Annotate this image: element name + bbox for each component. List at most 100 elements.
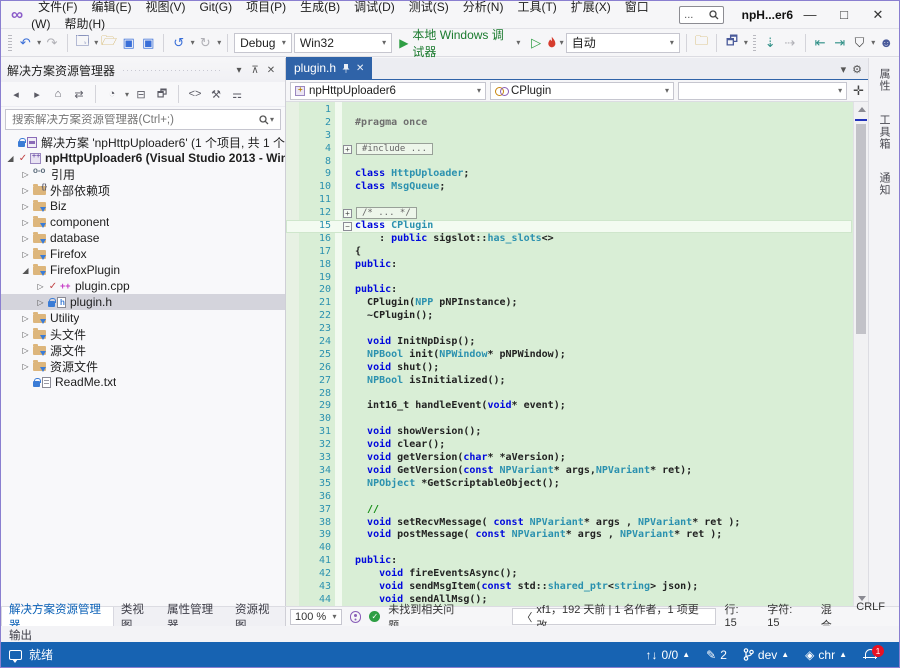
save-icon[interactable]: ▣ [120,33,138,53]
close-tab-icon[interactable]: ✕ [356,63,364,74]
expander-icon[interactable]: ▷ [20,202,31,211]
explorer-back-icon[interactable]: ◂ [7,85,25,103]
pending-changes-filter-icon[interactable]: ◔ [103,85,121,103]
pin-tab-icon[interactable] [342,64,350,73]
fold-toggle-icon[interactable]: + [343,209,352,218]
tab-list-caret-icon[interactable]: ▾ [841,63,847,76]
menu-item-5[interactable]: 项目(P) [239,0,293,17]
tab-plugin-h[interactable]: plugin.h ✕ [286,57,372,79]
switch-views-icon[interactable]: ⇄ [70,85,88,103]
feedback-icon[interactable]: ☻ [877,33,895,53]
type-dropdown[interactable]: CPlugin ▾ [490,82,674,100]
notifications-button[interactable]: 1 [863,648,877,662]
menu-item-10[interactable]: 工具(T) [510,0,563,17]
tree-item[interactable]: ◢✓npHttpUploader6 (Visual Studio 2013 - … [1,150,285,166]
search-options-caret-icon[interactable]: ▾ [270,115,274,124]
solution-search-input[interactable] [12,114,259,126]
toolbar-grip[interactable] [8,35,12,51]
tree-item[interactable]: ▷Firefox [1,246,285,262]
panel-tab[interactable]: 资源视图 [228,607,285,626]
home-icon[interactable]: ⌂ [49,85,67,103]
step-over-icon[interactable]: ⇢ [781,33,799,53]
open-file-icon[interactable]: 🗁 [100,33,118,53]
tree-item[interactable]: ▷外部依赖项 [1,182,285,198]
panel-tab[interactable]: 属性管理器 [160,607,228,626]
view-code-icon[interactable]: <> [186,85,204,103]
menu-item-11[interactable]: 扩展(X) [564,0,618,17]
tree-item[interactable]: ▷database [1,230,285,246]
expander-icon[interactable]: ◢ [5,154,16,163]
solution-search[interactable]: ▾ [5,109,281,130]
new-project-icon[interactable]: 🗔 [74,33,92,53]
panel-menu-icon[interactable]: ▾ [231,65,247,76]
pending-edits-button[interactable]: ✎ 2 [706,648,727,662]
redo-caret-icon[interactable]: ▾ [217,38,221,47]
explorer-forward-icon[interactable]: ▸ [28,85,46,103]
zoom-dropdown[interactable]: 100 %▾ [290,609,342,625]
pin-icon[interactable]: ⊼ [247,65,263,76]
properties-wrench-icon[interactable]: ⚒ [207,85,225,103]
expander-icon[interactable]: ▷ [20,170,31,179]
collapse-all-icon[interactable]: ⊟ [132,85,150,103]
redo-icon[interactable]: ↻ [197,33,215,53]
tree-item[interactable]: 解决方案 'npHttpUploader6' (1 个项目, 共 1 个) [1,134,285,150]
navigate-forward-icon[interactable]: ↷ [43,33,61,53]
find-in-files-icon[interactable]: 🗀 [693,33,711,53]
navigate-back-icon[interactable]: ↶ [17,33,35,53]
bookmark-icon[interactable]: ⛉ [851,33,869,53]
tree-item[interactable]: ▷component [1,214,285,230]
expander-icon[interactable]: ▷ [20,362,31,371]
split-window-icon[interactable]: ✛ [853,83,864,99]
tree-item[interactable]: ▷引用 [1,166,285,182]
code-editor[interactable]: 12#pragma once34+#include ...89class Htt… [286,102,868,606]
fold-toggle-icon[interactable]: + [343,145,352,154]
expander-icon[interactable]: ▷ [20,314,31,323]
configuration-dropdown[interactable]: Debug▾ [234,33,292,53]
tree-item[interactable]: ▷Biz [1,198,285,214]
close-button[interactable]: ✕ [861,2,895,28]
platform-dropdown[interactable]: Win32▾ [294,33,392,53]
new-caret-icon[interactable]: ▾ [94,38,98,47]
scroll-up-icon[interactable] [858,107,866,112]
expander-icon[interactable]: ▷ [20,218,31,227]
editor-vertical-scrollbar[interactable] [853,102,868,606]
hot-reload-icon[interactable] [547,36,557,49]
sync-commits-button[interactable]: ↑↓ 0/0 ▲ [646,648,691,662]
expander-icon[interactable]: ▷ [20,186,31,195]
start-without-debug-icon[interactable]: ▷ [527,33,545,53]
menu-item-7[interactable]: 调试(D) [347,0,402,17]
tree-item[interactable]: ▷✓++plugin.cpp [1,278,285,294]
branch-button[interactable]: dev ▲ [743,648,789,662]
indent-increase-icon[interactable]: ⇥ [831,33,849,53]
message-icon[interactable] [9,650,22,660]
expander-icon[interactable]: ◢ [20,266,31,275]
repository-button[interactable]: ◈ chr ▲ [805,648,847,662]
tree-item[interactable]: ReadMe.txt [1,374,285,390]
editor-options-gear-icon[interactable]: ⚙ [852,63,862,76]
autohide-tab-通知[interactable]: 通知 [876,168,892,200]
live-share-icon[interactable] [350,611,362,623]
panel-close-icon[interactable]: ✕ [263,65,279,76]
menu-item-9[interactable]: 分析(N) [456,0,511,17]
member-dropdown[interactable]: ▾ [678,82,847,100]
expander-icon[interactable]: ▷ [20,330,31,339]
auto-dropdown[interactable]: 自动▾ [566,33,680,53]
menu-item-13[interactable]: 帮助(H) [57,14,112,34]
indent-decrease-icon[interactable]: ⇤ [811,33,829,53]
fold-toggle-icon[interactable]: − [343,222,352,231]
menu-item-3[interactable]: 视图(V) [138,0,192,17]
undo-icon[interactable]: ↺ [170,33,188,53]
back-caret-icon[interactable]: ▾ [37,38,41,47]
autohide-tab-工具箱[interactable]: 工具箱 [876,110,892,154]
panel-tab[interactable]: 类视图 [114,607,160,626]
menu-item-8[interactable]: 测试(S) [402,0,456,17]
tree-item[interactable]: ◢FirefoxPlugin [1,262,285,278]
panel-tab[interactable]: 解决方案资源管理器 [1,607,114,626]
tab-output[interactable]: 输出 [1,627,40,643]
expander-icon[interactable]: ▷ [20,234,31,243]
expander-icon[interactable]: ▷ [35,282,46,291]
tree-item[interactable]: ▷Utility [1,310,285,326]
breakpoints-window-icon[interactable]: 🗗 [723,33,741,53]
tree-item[interactable]: ▷源文件 [1,342,285,358]
quick-search-box[interactable]: ... [679,6,723,24]
